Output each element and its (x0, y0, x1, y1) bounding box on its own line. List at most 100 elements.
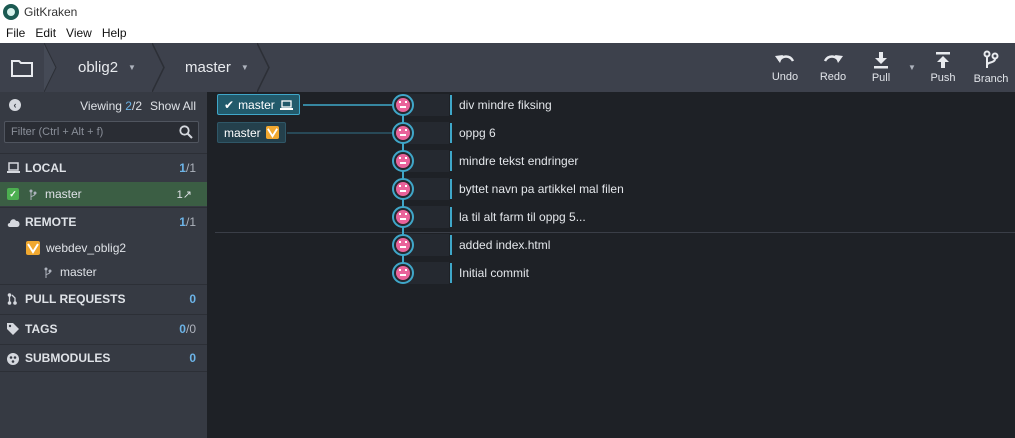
tags-count: 0 (179, 321, 186, 336)
branch-icon (983, 50, 999, 68)
section-remote-title: REMOTE (25, 214, 77, 229)
commit-avatar-icon[interactable] (392, 206, 414, 228)
local-branch-master[interactable]: ✓ master 1↗ (0, 182, 207, 206)
viewing-label: Viewing (80, 99, 122, 113)
pull-options-button[interactable]: ▼ (905, 43, 919, 92)
menu-bar: File Edit View Help (0, 23, 1015, 43)
viewing-text: Viewing 2/2 (80, 99, 142, 113)
cloud-icon (7, 219, 20, 227)
section-tags-count: 0/0 (179, 322, 196, 336)
commit-message[interactable]: Initial commit (459, 262, 529, 284)
commit-message[interactable]: byttet navn pa artikkel mal filen (459, 178, 624, 200)
laptop-icon (7, 162, 20, 173)
local-count: 1 (179, 160, 186, 175)
branch-button[interactable]: Branch (967, 43, 1015, 92)
branch-small-icon (44, 267, 52, 278)
commit-message[interactable]: added index.html (459, 234, 550, 256)
remote-branch-master[interactable]: master (0, 260, 207, 284)
viewing-count: 2 (125, 99, 132, 113)
repo-name: oblig2 (78, 59, 119, 76)
chevron-down-icon: ▼ (908, 63, 916, 72)
section-pull-requests[interactable]: PULL REQUESTS 0 (0, 284, 207, 312)
section-submodules[interactable]: SUBMODULES 0 (0, 344, 207, 372)
local-branch-label: master (45, 187, 82, 201)
pull-icon (874, 52, 888, 69)
toolbar-actions: Undo Redo Pull ▼ Push Branch (761, 43, 1015, 92)
remote-avatar-icon (26, 241, 40, 255)
toolbar: oblig2 ▼ master ▼ Undo Redo Pull ▼ Push … (0, 43, 1015, 92)
pull-label: Pull (871, 72, 891, 84)
section-tags-title: TAGS (25, 321, 58, 336)
local-total: /1 (185, 160, 196, 175)
menu-edit[interactable]: Edit (35, 26, 56, 40)
branch-selector[interactable]: master ▼ (185, 43, 249, 92)
filter-input[interactable] (5, 122, 173, 142)
checkmark-icon: ✓ (7, 188, 19, 200)
redo-button[interactable]: Redo (809, 43, 857, 92)
branch-tag-label: master (224, 125, 261, 140)
checkmark-icon: ✔ (224, 97, 235, 112)
push-button[interactable]: Push (919, 43, 967, 92)
redo-icon (823, 55, 843, 63)
folder-icon (11, 59, 33, 77)
collapse-left-icon[interactable]: ‹ (9, 99, 21, 111)
window-title: GitKraken (24, 4, 78, 19)
menu-help[interactable]: Help (102, 26, 127, 40)
branch-label: Branch (973, 73, 1009, 85)
pull-button[interactable]: Pull (857, 43, 905, 92)
submodules-count: 0 (189, 351, 196, 365)
commit-avatar-icon[interactable] (392, 178, 414, 200)
branch-tag-label: master (238, 97, 275, 112)
commit-message[interactable]: mindre tekst endringer (459, 150, 578, 172)
title-bar: GitKraken (0, 0, 1015, 23)
commit-avatar-icon[interactable] (392, 94, 414, 116)
breadcrumb-separator (44, 43, 57, 92)
open-repo-button[interactable] (0, 43, 44, 92)
tags-total: /0 (185, 321, 196, 336)
remote-name: webdev_oblig2 (46, 241, 127, 255)
section-remote[interactable]: REMOTE 1/1 (0, 207, 207, 235)
commit-avatar-icon[interactable] (392, 262, 414, 284)
repo-selector[interactable]: oblig2 ▼ (78, 43, 136, 92)
remote-webdev-oblig2[interactable]: webdev_oblig2 (0, 236, 207, 260)
commit-message[interactable]: oppg 6 (459, 122, 496, 144)
section-submodules-title: SUBMODULES (25, 351, 111, 365)
commit-message[interactable]: la til alt farm til oppg 5... (459, 206, 586, 228)
commit-avatar-icon[interactable] (392, 234, 414, 256)
section-local[interactable]: LOCAL 1/1 (0, 153, 207, 181)
pull-request-icon (7, 293, 17, 305)
gitkraken-logo-icon (3, 3, 19, 20)
laptop-icon (279, 99, 293, 110)
submodule-icon (7, 353, 19, 365)
undo-label: Undo (771, 71, 799, 83)
menu-file[interactable]: File (6, 26, 25, 40)
branch-tag-remote-master[interactable]: master (217, 122, 286, 143)
breadcrumb-separator (152, 43, 165, 92)
commit-avatar-icon[interactable] (392, 122, 414, 144)
commit-message[interactable]: div mindre fiksing (459, 94, 552, 116)
commit-avatar-icon[interactable] (392, 150, 414, 172)
undo-icon (775, 55, 795, 63)
tag-icon (7, 323, 19, 335)
section-tags[interactable]: TAGS 0/0 (0, 314, 207, 342)
undo-button[interactable]: Undo (761, 43, 809, 92)
section-remote-count: 1/1 (179, 215, 196, 229)
remote-total: /1 (185, 214, 196, 229)
branch-tag-local-master[interactable]: ✔ master (217, 94, 300, 115)
push-icon (936, 52, 950, 68)
filter-box (4, 121, 199, 143)
branch-name: master (185, 59, 231, 76)
commit-graph: ✔ master master div mindre fiksing oppg … (207, 92, 1015, 438)
show-all-button[interactable]: Show All (150, 99, 196, 113)
menu-view[interactable]: View (66, 26, 92, 40)
sidebar: ‹ Viewing 2/2 Show All LOCAL 1/1 ✓ maste… (0, 92, 207, 438)
section-local-count: 1/1 (179, 161, 196, 175)
section-local-title: LOCAL (25, 160, 67, 175)
ahead-badge: 1↗ (176, 188, 192, 201)
branch-small-icon (29, 189, 37, 200)
breadcrumb-separator (257, 43, 270, 92)
push-label: Push (930, 72, 956, 84)
remote-count: 1 (179, 214, 186, 229)
pull-requests-count: 0 (189, 291, 196, 306)
viewing-bar: ‹ Viewing 2/2 Show All (0, 92, 207, 118)
